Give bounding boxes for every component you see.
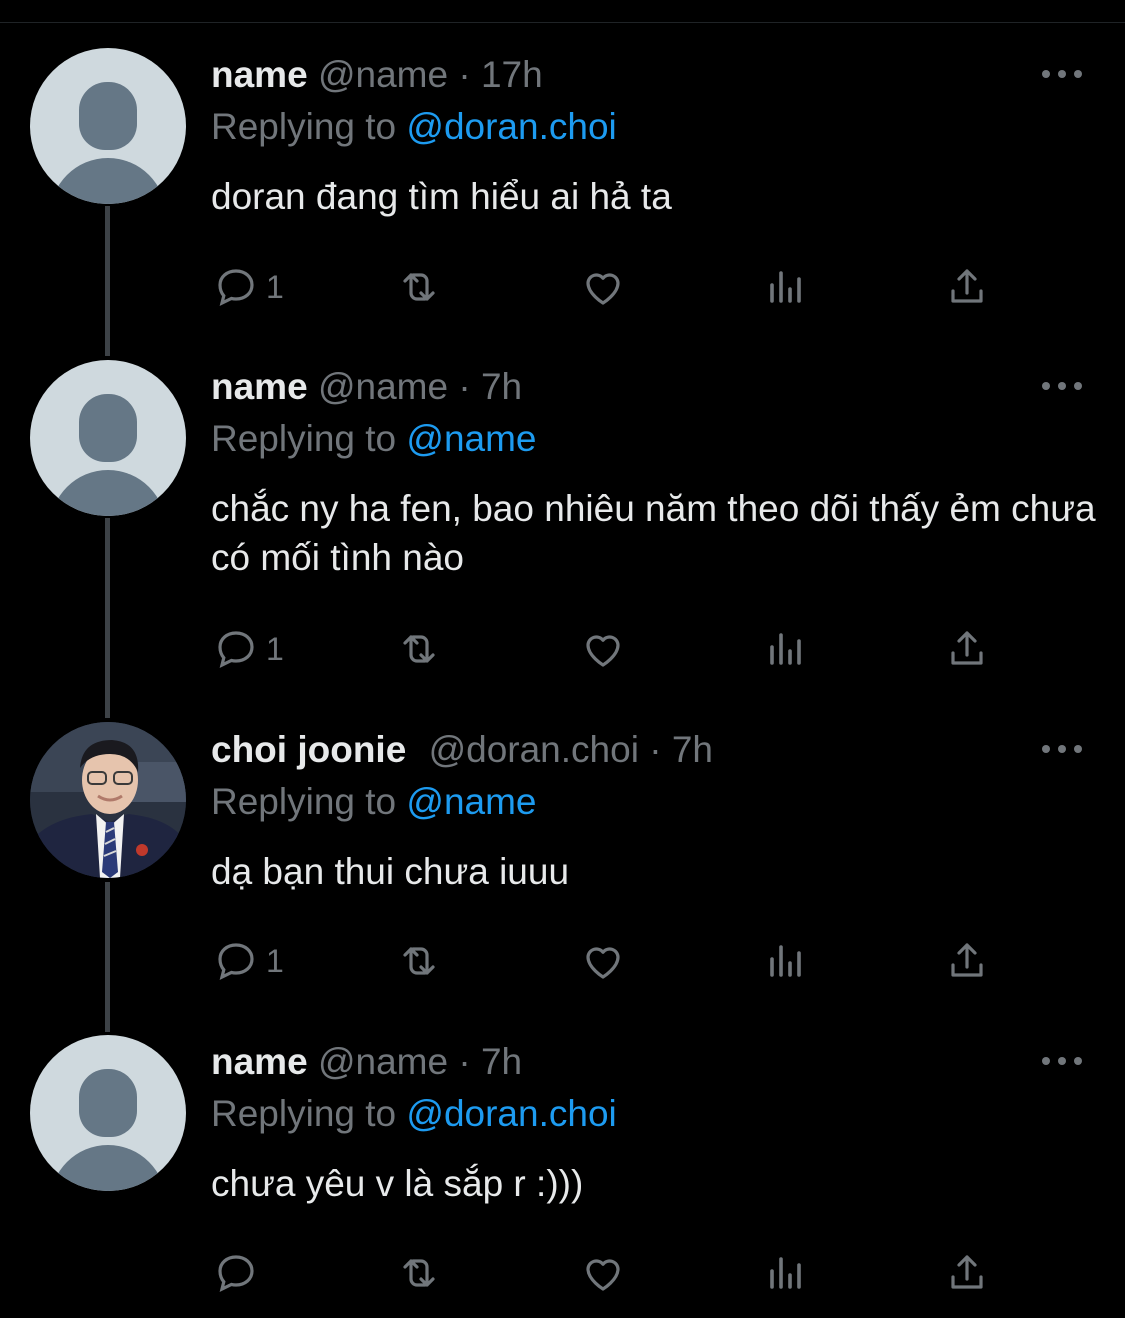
- default-avatar-icon[interactable]: [30, 360, 186, 516]
- more-options-icon[interactable]: [1040, 376, 1084, 396]
- replying-to: Replying to @doran.choi: [211, 105, 617, 149]
- retweet-icon: [403, 635, 435, 663]
- display-name[interactable]: name: [211, 1041, 308, 1082]
- mention-link[interactable]: @name: [406, 781, 536, 822]
- reply-icon: [218, 1255, 254, 1292]
- replying-to: Replying to @name: [211, 780, 537, 824]
- retweet-button[interactable]: [395, 936, 443, 986]
- mention-link[interactable]: @name: [406, 418, 536, 459]
- default-avatar-icon[interactable]: [30, 48, 186, 204]
- replying-to: Replying to @doran.choi: [211, 1092, 617, 1136]
- tweet-header: choi joonie @doran.choi · 7h: [211, 728, 713, 772]
- like-icon: [586, 273, 620, 305]
- replying-prefix: Replying to: [211, 106, 397, 147]
- profile-photo[interactable]: [30, 722, 186, 878]
- divider: [0, 22, 1125, 23]
- separator: ·: [458, 366, 471, 407]
- share-icon: [951, 943, 983, 977]
- timestamp[interactable]: 7h: [481, 1041, 522, 1082]
- views-icon: [770, 1257, 801, 1289]
- action-bar: 1: [0, 624, 1125, 674]
- like-button[interactable]: [579, 1248, 627, 1298]
- action-bar: 1: [0, 936, 1125, 986]
- share-button[interactable]: [943, 936, 991, 986]
- replying-prefix: Replying to: [211, 1093, 397, 1134]
- like-button[interactable]: [579, 262, 627, 312]
- tweet-text: chắc ny ha fen, bao nhiêu năm theo dõi t…: [211, 488, 1096, 578]
- separator: ·: [458, 54, 471, 95]
- share-icon: [951, 631, 983, 665]
- share-button[interactable]: [943, 262, 991, 312]
- thread-connector: [105, 518, 110, 718]
- separator: ·: [458, 1041, 471, 1082]
- share-icon: [951, 269, 983, 303]
- views-button[interactable]: [762, 624, 810, 674]
- reply-icon: [218, 943, 254, 980]
- views-icon: [770, 633, 801, 665]
- reply-thread: name @name · 17h Replying to @doran.choi…: [0, 0, 1125, 1318]
- retweet-icon: [403, 1259, 435, 1287]
- timestamp[interactable]: 7h: [481, 366, 522, 407]
- views-icon: [770, 271, 801, 303]
- reply-count: 1: [266, 268, 284, 305]
- tweet-text: dạ bạn thui chưa iuuu: [211, 851, 570, 892]
- reply-button[interactable]: 1: [212, 936, 284, 986]
- views-button[interactable]: [762, 936, 810, 986]
- separator: ·: [649, 729, 662, 770]
- mention-link[interactable]: @doran.choi: [406, 1093, 616, 1134]
- views-button[interactable]: [762, 1248, 810, 1298]
- handle[interactable]: @name: [318, 54, 448, 95]
- like-icon: [586, 1259, 620, 1291]
- tweet-header: name @name · 17h: [211, 53, 543, 97]
- retweet-button[interactable]: [395, 262, 443, 312]
- display-name[interactable]: name: [211, 54, 308, 95]
- display-name[interactable]: name: [211, 366, 308, 407]
- views-icon: [770, 945, 801, 977]
- more-options-icon[interactable]: [1040, 739, 1084, 759]
- handle[interactable]: @name: [318, 366, 448, 407]
- tweet-header: name @name · 7h: [211, 365, 522, 409]
- retweet-button[interactable]: [395, 624, 443, 674]
- mention-link[interactable]: @doran.choi: [406, 106, 616, 147]
- action-bar: [0, 1248, 1125, 1298]
- views-button[interactable]: [762, 262, 810, 312]
- replying-prefix: Replying to: [211, 781, 397, 822]
- reply-button[interactable]: 1: [212, 624, 284, 674]
- retweet-icon: [403, 947, 435, 975]
- timestamp[interactable]: 17h: [481, 54, 543, 95]
- reply-count: 1: [266, 630, 284, 667]
- share-button[interactable]: [943, 1248, 991, 1298]
- retweet-button[interactable]: [395, 1248, 443, 1298]
- share-button[interactable]: [943, 624, 991, 674]
- reply-icon: [218, 269, 254, 306]
- tweet-text: chưa yêu v là sắp r :))): [211, 1163, 584, 1204]
- reply-button[interactable]: 1: [212, 262, 284, 312]
- reply-count: 1: [266, 942, 284, 979]
- more-options-icon[interactable]: [1040, 64, 1084, 84]
- retweet-icon: [403, 273, 435, 301]
- reply-button[interactable]: [212, 1248, 266, 1298]
- like-icon: [586, 947, 620, 979]
- tweet-header: name @name · 7h: [211, 1040, 522, 1084]
- more-options-icon[interactable]: [1040, 1051, 1084, 1071]
- handle[interactable]: @name: [318, 1041, 448, 1082]
- handle[interactable]: @doran.choi: [429, 729, 639, 770]
- like-button[interactable]: [579, 624, 627, 674]
- like-button[interactable]: [579, 936, 627, 986]
- tweet-text: doran đang tìm hiểu ai hả ta: [211, 176, 672, 217]
- reply-icon: [218, 631, 254, 668]
- action-bar: 1: [0, 262, 1125, 312]
- replying-to: Replying to @name: [211, 417, 537, 461]
- default-avatar-icon[interactable]: [30, 1035, 186, 1191]
- display-name[interactable]: choi joonie: [211, 729, 406, 770]
- share-icon: [951, 1255, 983, 1289]
- like-icon: [586, 635, 620, 667]
- profile-photo-image: [30, 722, 186, 878]
- timestamp[interactable]: 7h: [672, 729, 713, 770]
- replying-prefix: Replying to: [211, 418, 397, 459]
